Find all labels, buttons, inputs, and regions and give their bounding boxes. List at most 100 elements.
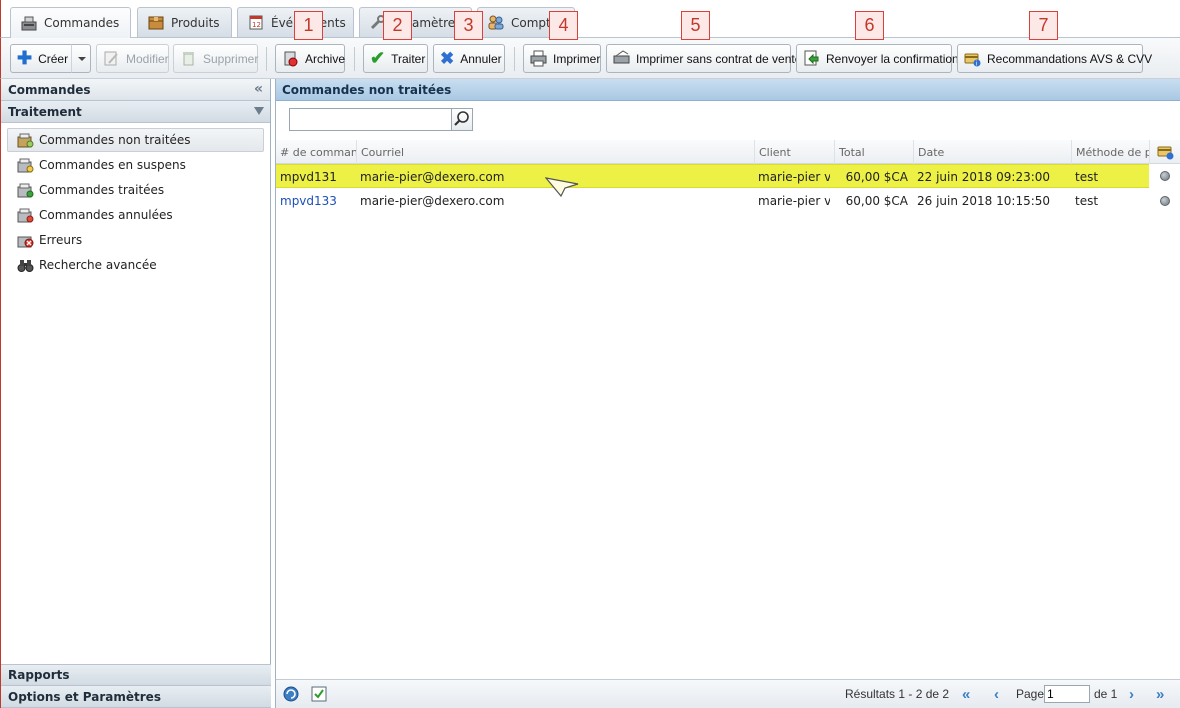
table-row[interactable]: mpvd133 marie-pier@dexero.com marie-pier… <box>276 189 1149 213</box>
cell-client: marie-pier vo <box>758 194 830 208</box>
chevron-down-icon <box>254 107 264 115</box>
first-page-icon[interactable]: « <box>962 680 970 708</box>
resend-confirmation-button[interactable]: Renvoyer la confirmation <box>796 44 959 73</box>
section-options-header[interactable]: Options et Paramètres <box>1 686 283 708</box>
cell-client: marie-pier vo <box>758 170 830 184</box>
row-status[interactable] <box>1149 164 1180 188</box>
column-payment-method[interactable]: Méthode de paiement <box>1071 140 1149 164</box>
nav-item-processed-orders[interactable]: Commandes traitées <box>7 178 264 202</box>
tab-label: Commandes <box>44 16 120 30</box>
nav-item-label: Commandes en suspens <box>39 158 186 172</box>
paging-toolbar: Résultats 1 - 2 de 2 « ‹ Page de 1 › » <box>276 679 1180 708</box>
checkmark-icon: ✔ <box>370 48 386 68</box>
search-row <box>276 101 1180 141</box>
select-all-button[interactable] <box>311 680 327 708</box>
cell-order-number[interactable]: mpvd133 <box>276 189 356 213</box>
cell-date: 26 juin 2018 10:15:50 <box>917 194 1051 208</box>
tab-commandes[interactable]: Commandes <box>10 7 131 38</box>
process-button[interactable]: ✔ Traiter <box>363 44 428 73</box>
grid-header: # de commande Courriel Client Total Date… <box>276 140 1180 164</box>
status-dot-icon <box>1160 171 1170 181</box>
delete-button[interactable]: Supprimer <box>173 44 258 73</box>
nav-item-advanced-search[interactable]: Recherche avancée <box>7 253 264 277</box>
section-rapports-header[interactable]: Rapports <box>1 664 283 686</box>
print-label: Imprimer <box>553 51 601 66</box>
main-tab-bar: Commandes Produits 12 Événements Paramèt… <box>0 0 1180 38</box>
orders-pending-icon <box>17 158 34 173</box>
resend-document-icon <box>803 50 820 67</box>
nav-item-unprocessed-orders[interactable]: Commandes non traitées <box>7 128 264 152</box>
nav-item-errors[interactable]: Erreurs <box>7 228 264 252</box>
search-button[interactable] <box>451 108 473 131</box>
print-button[interactable]: Imprimer <box>523 44 601 73</box>
refresh-button[interactable] <box>282 680 300 708</box>
calendar-icon: 12 <box>248 15 264 30</box>
cell-payment-method: test <box>1075 170 1099 184</box>
action-toolbar: ✚ Créer Modifier Supprimer Archive ✔ Tra… <box>0 37 1180 79</box>
cancel-x-icon: ✖ <box>440 49 455 68</box>
avs-cvv-recommendations-button[interactable]: i Recommandations AVS & CVV <box>957 44 1152 73</box>
last-page-icon[interactable]: » <box>1156 680 1164 708</box>
resend-confirmation-label: Renvoyer la confirmation <box>826 51 959 66</box>
section-traitement-header[interactable]: Traitement <box>1 101 270 123</box>
section-title: Traitement <box>8 104 82 119</box>
nav-item-cancelled-orders[interactable]: Commandes annulées <box>7 203 264 227</box>
column-client[interactable]: Client <box>754 140 834 164</box>
search-input[interactable] <box>289 108 452 131</box>
column-date[interactable]: Date <box>913 140 1071 164</box>
print-without-contract-button[interactable]: Imprimer sans contrat de vente <box>606 44 801 73</box>
create-button[interactable]: ✚ Créer <box>10 44 72 73</box>
column-email[interactable]: Courriel <box>356 140 754 164</box>
refresh-icon <box>283 686 299 702</box>
credit-card-info-icon: i <box>964 50 981 68</box>
printer-icon <box>530 50 547 67</box>
nav-item-label: Commandes non traitées <box>39 133 191 147</box>
results-count: Résultats 1 - 2 de 2 <box>845 687 950 701</box>
cell-date: 22 juin 2018 09:23:00 <box>917 170 1051 184</box>
print-document-icon <box>613 50 630 67</box>
modify-button[interactable]: Modifier <box>96 44 169 73</box>
callout-1: 1 <box>294 11 323 40</box>
callout-2: 2 <box>383 11 412 40</box>
column-total[interactable]: Total <box>834 140 913 164</box>
nav-item-label: Recherche avancée <box>39 258 157 272</box>
create-label: Créer <box>38 51 69 66</box>
cell-total: 60,00 $CA <box>845 170 908 184</box>
cancel-label: Annuler <box>460 51 502 66</box>
table-row[interactable]: mpvd131 marie-pier@dexero.com marie-pier… <box>276 164 1149 188</box>
cancel-order-button[interactable]: ✖ Annuler <box>433 44 505 73</box>
nav-item-label: Commandes traitées <box>39 183 165 197</box>
orders-cancelled-icon <box>17 208 34 223</box>
callout-3: 3 <box>454 11 483 40</box>
register-icon <box>21 16 37 31</box>
column-order-number[interactable]: # de commande <box>276 140 356 164</box>
plus-icon: ✚ <box>17 48 33 68</box>
nav-item-label: Commandes annulées <box>39 208 173 222</box>
tab-label: Produits <box>171 15 220 30</box>
create-dropdown-button[interactable] <box>71 44 91 73</box>
users-icon <box>488 15 504 30</box>
mouse-pointer-icon <box>545 177 579 198</box>
cell-order-number[interactable]: mpvd131 <box>276 165 356 189</box>
nav-item-pending-orders[interactable]: Commandes en suspens <box>7 153 264 177</box>
print-without-contract-label: Imprimer sans contrat de vente <box>636 51 802 66</box>
avs-cvv-label: Recommandations AVS & CVV <box>987 51 1153 66</box>
archive-icon <box>282 50 299 67</box>
status-dot-icon <box>1160 196 1170 206</box>
next-page-icon[interactable]: › <box>1129 680 1134 708</box>
page-number-input[interactable] <box>1044 685 1090 703</box>
collapse-panel-icon[interactable]: « <box>254 81 263 97</box>
delete-label: Supprimer <box>203 51 259 66</box>
column-options[interactable] <box>1149 140 1180 164</box>
archive-button[interactable]: Archive <box>275 44 345 73</box>
previous-page-icon[interactable]: ‹ <box>994 680 999 708</box>
tab-produits[interactable]: Produits <box>137 7 232 37</box>
toolbar-separator <box>514 47 515 71</box>
row-status[interactable] <box>1149 189 1180 213</box>
search-icon <box>454 111 469 126</box>
orders-unprocessed-icon <box>17 133 34 148</box>
page-label: Page <box>1016 687 1045 701</box>
toolbar-separator <box>266 47 267 71</box>
error-icon <box>17 233 34 248</box>
checkbox-icon <box>311 686 327 702</box>
